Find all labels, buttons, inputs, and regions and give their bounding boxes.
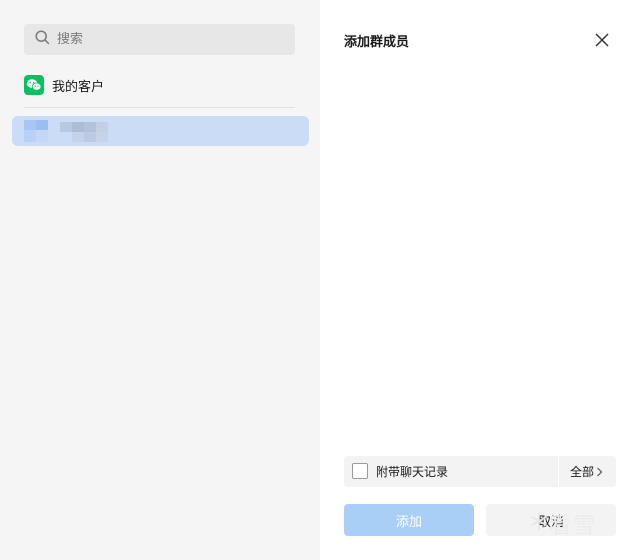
chat-history-option: 附带聊天记录 全部	[344, 456, 616, 487]
watermark-text: 看雪	[549, 514, 598, 539]
selected-contact-row[interactable]	[12, 116, 309, 146]
wechat-icon	[24, 75, 44, 95]
divider	[24, 107, 295, 108]
my-customers-item[interactable]: 我的客户	[24, 73, 104, 97]
include-history-label: 附带聊天记录	[376, 465, 449, 479]
add-member-dialog: 添加群成员 附带聊天记录 全部 添加 取消	[320, 0, 640, 560]
history-range-label: 全部	[570, 465, 595, 479]
include-history-checkbox[interactable]	[352, 463, 368, 479]
chevron-right-icon	[597, 467, 603, 476]
search-input[interactable]	[57, 32, 277, 47]
add-button[interactable]: 添加	[344, 504, 474, 536]
left-panel: 我的客户	[0, 0, 320, 560]
snowflake-icon	[531, 512, 547, 530]
search-box[interactable]	[24, 24, 295, 55]
my-customers-label: 我的客户	[52, 79, 105, 95]
close-icon[interactable]	[592, 30, 612, 50]
search-icon	[35, 30, 50, 49]
history-divider	[558, 456, 559, 487]
dialog-title: 添加群成员	[344, 35, 410, 50]
history-range-selector[interactable]: 全部	[570, 463, 603, 480]
